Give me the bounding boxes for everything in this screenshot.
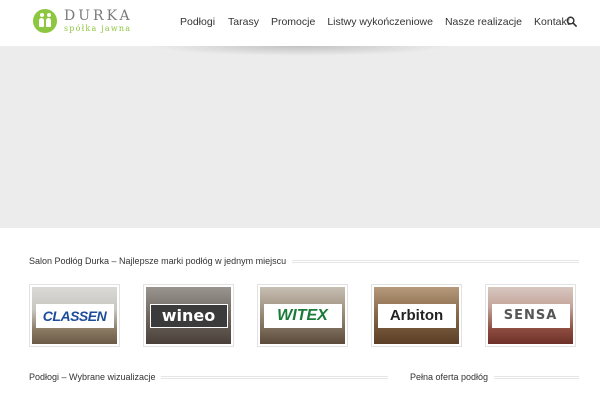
brand-tile-sensa[interactable]: SENSA <box>485 284 576 347</box>
offer-section-title: Pełna oferta podłóg <box>410 372 489 382</box>
brand-logo-classen: CLASSEN <box>35 303 114 328</box>
brand-tile-classen[interactable]: CLASSEN <box>29 284 120 347</box>
site-header: DURKA spółka jawna Podłogi Tarasy Promoc… <box>0 0 600 46</box>
logo-mark-icon <box>33 9 57 33</box>
slider-shadow <box>150 46 450 56</box>
brands-section-title: Salon Podłóg Durka – Najlepsze marki pod… <box>29 256 287 266</box>
brand-tile-witex[interactable]: WITEX <box>257 284 348 347</box>
divider <box>161 375 388 379</box>
visualizations-section-title: Podłogi – Wybrane wizualizacje <box>29 372 156 382</box>
main-nav: Podłogi Tarasy Promocje Listwy wykończen… <box>180 16 570 28</box>
logo[interactable]: DURKA spółka jawna <box>33 9 133 33</box>
nav-item-promocje[interactable]: Promocje <box>271 16 315 28</box>
nav-item-podlogi[interactable]: Podłogi <box>180 16 215 28</box>
nav-item-realizacje[interactable]: Nasze realizacje <box>445 16 522 28</box>
offer-section-heading: Pełna oferta podłóg <box>410 372 579 382</box>
brand-logo-arbiton: Arbiton <box>377 303 456 328</box>
brand-list: CLASSEN wineo WITEX Arbiton SENSA <box>29 284 579 347</box>
brand-tile-arbiton[interactable]: Arbiton <box>371 284 462 347</box>
hero-slider <box>0 46 600 228</box>
logo-subtitle: spółka jawna <box>64 24 132 33</box>
nav-item-listwy[interactable]: Listwy wykończeniowe <box>327 16 433 28</box>
nav-item-tarasy[interactable]: Tarasy <box>228 16 259 28</box>
visualizations-section-heading: Podłogi – Wybrane wizualizacje <box>29 372 388 382</box>
search-icon[interactable] <box>566 16 577 27</box>
divider <box>494 375 579 379</box>
logo-name: DURKA <box>64 8 133 24</box>
nav-item-kontakt[interactable]: Kontakt <box>534 16 570 28</box>
brand-logo-wineo: wineo <box>149 303 228 328</box>
brand-tile-wineo[interactable]: wineo <box>143 284 234 347</box>
brands-section-heading: Salon Podłóg Durka – Najlepsze marki pod… <box>29 256 579 266</box>
brand-logo-sensa: SENSA <box>491 303 570 328</box>
divider <box>292 259 579 263</box>
brand-logo-witex: WITEX <box>263 303 342 328</box>
